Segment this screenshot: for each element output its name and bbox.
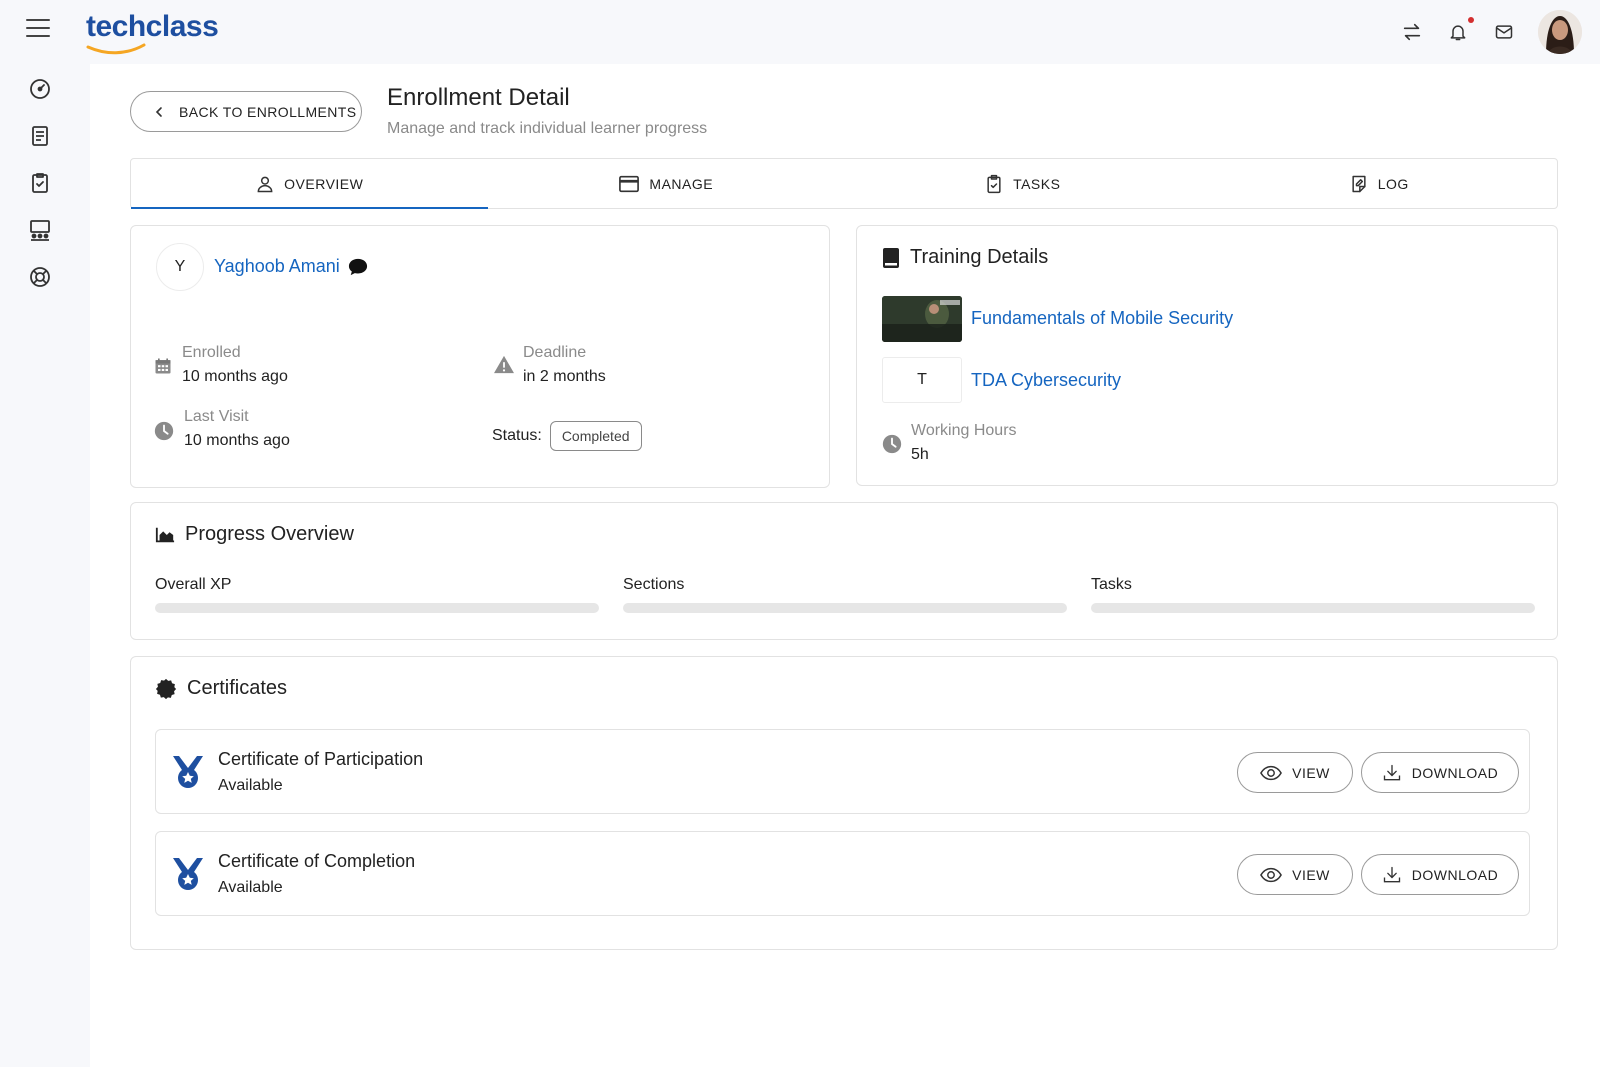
tab-label: OVERVIEW <box>284 175 364 192</box>
tasks-label: Tasks <box>1091 576 1132 593</box>
eye-icon <box>1260 867 1283 882</box>
course-name-link[interactable]: Fundamentals of Mobile Security <box>971 308 1233 329</box>
courses-book-icon[interactable] <box>28 124 52 148</box>
view-label: VIEW <box>1292 764 1330 781</box>
dashboard-gauge-icon[interactable] <box>28 77 52 101</box>
enrolled-label: Enrolled <box>182 344 241 361</box>
download-icon <box>1383 764 1400 780</box>
overall-xp-label: Overall XP <box>155 576 232 593</box>
user-avatar[interactable] <box>1538 10 1582 54</box>
clock-icon <box>154 421 174 441</box>
provider-name-link[interactable]: TDA Cybersecurity <box>971 370 1121 391</box>
training-details-title: Training Details <box>882 246 1048 269</box>
tasks-progress-bar <box>1091 603 1535 613</box>
enrolled-value: 10 months ago <box>182 368 288 385</box>
support-lifebuoy-icon[interactable] <box>28 265 52 289</box>
deadline-info: Deadline in 2 months <box>523 344 606 386</box>
calendar-icon <box>155 358 171 374</box>
book-icon <box>883 247 899 268</box>
last-visit-info: Last Visit 10 months ago <box>184 408 290 450</box>
notification-dot <box>1468 17 1474 23</box>
tab-label: MANAGE <box>649 175 714 192</box>
download-icon <box>1383 866 1400 882</box>
deadline-label: Deadline <box>523 344 587 361</box>
progress-overview-title: Progress Overview <box>155 523 354 546</box>
page-subtitle: Manage and track individual learner prog… <box>387 120 708 137</box>
learner-card: Y Yaghoob Amani Enrolled 10 months ago D… <box>130 225 830 488</box>
certificate-row-participation: Certificate of Participation Available V… <box>155 729 1530 814</box>
working-hours-label: Working Hours <box>911 422 1017 439</box>
person-icon <box>257 176 273 192</box>
tab-manage[interactable]: MANAGE <box>488 159 845 208</box>
last-visit-label: Last Visit <box>184 408 249 425</box>
status-label: Status: <box>492 427 542 444</box>
working-hours-value: 5h <box>911 446 929 463</box>
training-details-card: Training Details Fundamentals of Mobile … <box>856 225 1558 486</box>
eye-icon <box>1260 765 1283 780</box>
progress-overview-card: Progress Overview Overall XP Sections Ta… <box>130 502 1558 640</box>
tab-label: TASKS <box>1013 175 1061 192</box>
learner-name-link[interactable]: Yaghoob Amani <box>214 256 340 277</box>
sections-progress-bar <box>623 603 1067 613</box>
chat-bubble-icon[interactable] <box>347 257 369 277</box>
tab-bar: OVERVIEW MANAGE TASKS LOG <box>130 158 1558 209</box>
enrolled-info: Enrolled 10 months ago <box>182 344 288 386</box>
page-title: Enrollment Detail <box>387 84 570 111</box>
provider-avatar: T <box>882 357 962 403</box>
tab-label: LOG <box>1377 175 1409 192</box>
back-label: BACK TO ENROLLMENTS <box>179 103 357 120</box>
certificates-card: Certificates Certificate of Participatio… <box>130 656 1558 950</box>
mail-icon[interactable] <box>1492 20 1516 44</box>
course-thumbnail[interactable] <box>882 296 962 342</box>
medal-icon <box>173 858 203 890</box>
seal-badge-icon <box>155 678 177 699</box>
working-hours-info: Working Hours 5h <box>911 422 1017 464</box>
sections-label: Sections <box>623 576 685 593</box>
clock-icon <box>882 434 902 454</box>
certificates-title: Certificates <box>155 677 287 700</box>
view-label: VIEW <box>1292 866 1330 883</box>
medal-icon <box>173 756 203 788</box>
last-visit-value: 10 months ago <box>184 432 290 449</box>
status-row: Status: Completed <box>492 421 642 451</box>
certificate-status: Available <box>218 879 283 896</box>
app-logo[interactable]: techclass <box>86 10 219 55</box>
download-label: DOWNLOAD <box>1411 866 1499 883</box>
deadline-value: in 2 months <box>523 368 606 385</box>
certificate-row-completion: Certificate of Completion Available VIEW… <box>155 831 1530 916</box>
sidebar <box>0 64 90 1067</box>
clipboard-check-icon <box>987 174 1001 193</box>
calendar-window-icon <box>619 175 640 192</box>
view-certificate-button[interactable]: VIEW <box>1237 752 1353 793</box>
classroom-icon[interactable] <box>28 218 52 242</box>
download-certificate-button[interactable]: DOWNLOAD <box>1361 854 1519 895</box>
note-edit-icon <box>1352 175 1366 192</box>
chevron-left-icon <box>155 106 162 117</box>
switch-icon[interactable] <box>1400 20 1424 44</box>
tab-log[interactable]: LOG <box>1201 159 1558 208</box>
download-label: DOWNLOAD <box>1411 764 1499 781</box>
download-certificate-button[interactable]: DOWNLOAD <box>1361 752 1519 793</box>
tab-tasks[interactable]: TASKS <box>844 159 1201 208</box>
tasks-clipboard-icon[interactable] <box>28 171 52 195</box>
certificate-name: Certificate of Completion <box>218 851 416 871</box>
logo-swoosh-icon <box>86 43 146 55</box>
menu-icon[interactable] <box>26 19 50 39</box>
area-chart-icon <box>155 527 175 542</box>
learner-avatar: Y <box>156 243 204 291</box>
top-bar: techclass <box>0 0 1600 64</box>
certificate-name: Certificate of Participation <box>218 749 424 769</box>
certificate-status: Available <box>218 777 283 794</box>
status-badge: Completed <box>549 421 642 451</box>
tab-overview[interactable]: OVERVIEW <box>131 159 488 209</box>
back-to-enrollments-button[interactable]: BACK TO ENROLLMENTS <box>130 91 362 132</box>
overall-xp-progress-bar <box>155 603 599 613</box>
view-certificate-button[interactable]: VIEW <box>1237 854 1353 895</box>
bell-icon[interactable] <box>1446 17 1474 44</box>
warning-icon <box>494 355 514 374</box>
